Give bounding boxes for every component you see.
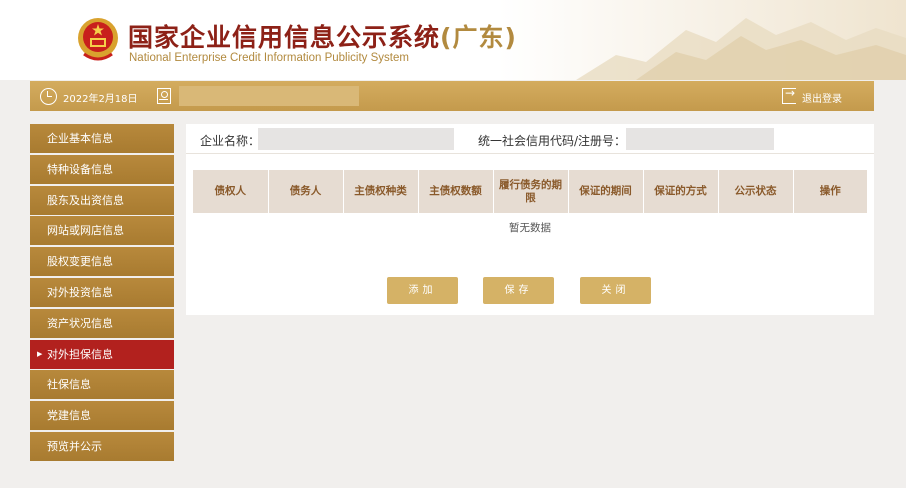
site-title: 国家企业信用信息公示系统(广东) xyxy=(128,23,517,52)
clock-icon xyxy=(40,88,57,105)
sidebar-item-label: 股东及出资信息 xyxy=(47,193,124,207)
column-header: 保证的方式 xyxy=(643,170,719,213)
empty-table-message: 暂无数据 xyxy=(509,222,551,234)
logout-link[interactable]: 退出登录 xyxy=(802,90,842,105)
column-header: 主债权数额 xyxy=(418,170,494,213)
close-button[interactable]: 关闭 xyxy=(580,277,651,304)
sidebar-item-4[interactable]: 股权变更信息 xyxy=(30,247,174,277)
table-header-row: 债权人 债务人 主债权种类 主债权数额 履行债务的期限 保证的期间 保证的方式 公示状态 操作 xyxy=(193,170,867,213)
sidebar-item-label: 股权变更信息 xyxy=(47,255,113,269)
sidebar-item-label: 资产状况信息 xyxy=(47,316,113,330)
active-arrow-icon: ▶ xyxy=(37,349,43,358)
redacted-user-name xyxy=(179,86,359,106)
current-date: 2022年2月18日 xyxy=(63,94,138,105)
save-button[interactable]: 保存 xyxy=(483,277,554,304)
sidebar-item-8[interactable]: 社保信息 xyxy=(30,370,174,400)
sidebar-item-label: 企业基本信息 xyxy=(47,132,113,145)
column-header: 债权人 xyxy=(193,170,269,213)
column-header: 公示状态 xyxy=(718,170,794,213)
column-header: 保证的期间 xyxy=(568,170,644,213)
column-header: 操作 xyxy=(793,170,867,213)
redacted-company-name xyxy=(258,128,454,150)
company-name-label: 企业名称： xyxy=(200,134,261,148)
sidebar-item-label: 党建信息 xyxy=(47,409,91,423)
sidebar-item-1[interactable]: 特种设备信息 xyxy=(30,154,174,184)
main-panel: 企业名称： 统一社会信用代码/注册号： 债权人 债务人 主债权种类 主债权数额 履行债务… xyxy=(186,124,874,315)
sidebar-item-label: 预览并公示 xyxy=(47,439,102,453)
top-bar: 2022年2月18日 退出登录 xyxy=(30,81,874,111)
site-subtitle: National Enterprise Credit Information P… xyxy=(129,52,409,64)
sidebar-item-2[interactable]: 股东及出资信息 xyxy=(30,185,174,215)
sidebar-item-6[interactable]: 资产状况信息 xyxy=(30,308,174,338)
user-card-icon xyxy=(157,88,171,104)
redacted-credit-code xyxy=(626,128,774,150)
sidebar-item-label: 社保信息 xyxy=(47,378,91,392)
company-info-bar: 企业名称： 统一社会信用代码/注册号： xyxy=(186,124,874,154)
sidebar-item-7[interactable]: ▶ 对外担保信息 xyxy=(30,339,174,369)
guarantee-table: 债权人 债务人 主债权种类 主债权数额 履行债务的期限 保证的期间 保证的方式 公示状态 操作 xyxy=(193,170,867,213)
site-header: 国家企业信用信息公示系统(广东) National Enterprise Cre… xyxy=(0,0,906,80)
column-header: 主债权种类 xyxy=(343,170,419,213)
logout-icon[interactable] xyxy=(782,86,796,104)
sidebar-item-label: 对外担保信息 xyxy=(47,347,113,361)
national-emblem-icon xyxy=(78,18,118,61)
sidebar-item-5[interactable]: 对外投资信息 xyxy=(30,277,174,307)
sidebar-item-9[interactable]: 党建信息 xyxy=(30,401,174,431)
sidebar-item-0[interactable]: 企业基本信息 xyxy=(30,124,174,153)
sidebar-nav: 企业基本信息 特种设备信息 股东及出资信息 网站或网店信息 股权变更信息 对外投资信息 资产… xyxy=(30,124,174,463)
sidebar-item-label: 对外投资信息 xyxy=(47,285,113,299)
sidebar-item-3[interactable]: 网站或网店信息 xyxy=(30,216,174,246)
column-header: 履行债务的期限 xyxy=(493,170,569,213)
credit-code-label: 统一社会信用代码/注册号： xyxy=(478,134,627,148)
column-header: 债务人 xyxy=(268,170,344,213)
mountain-background-image xyxy=(576,18,906,80)
add-button[interactable]: 添加 xyxy=(387,277,458,304)
sidebar-item-label: 网站或网店信息 xyxy=(47,224,124,238)
sidebar-item-label: 特种设备信息 xyxy=(47,162,113,176)
sidebar-item-10[interactable]: 预览并公示 xyxy=(30,431,174,461)
province-label: (广东) xyxy=(440,23,517,52)
